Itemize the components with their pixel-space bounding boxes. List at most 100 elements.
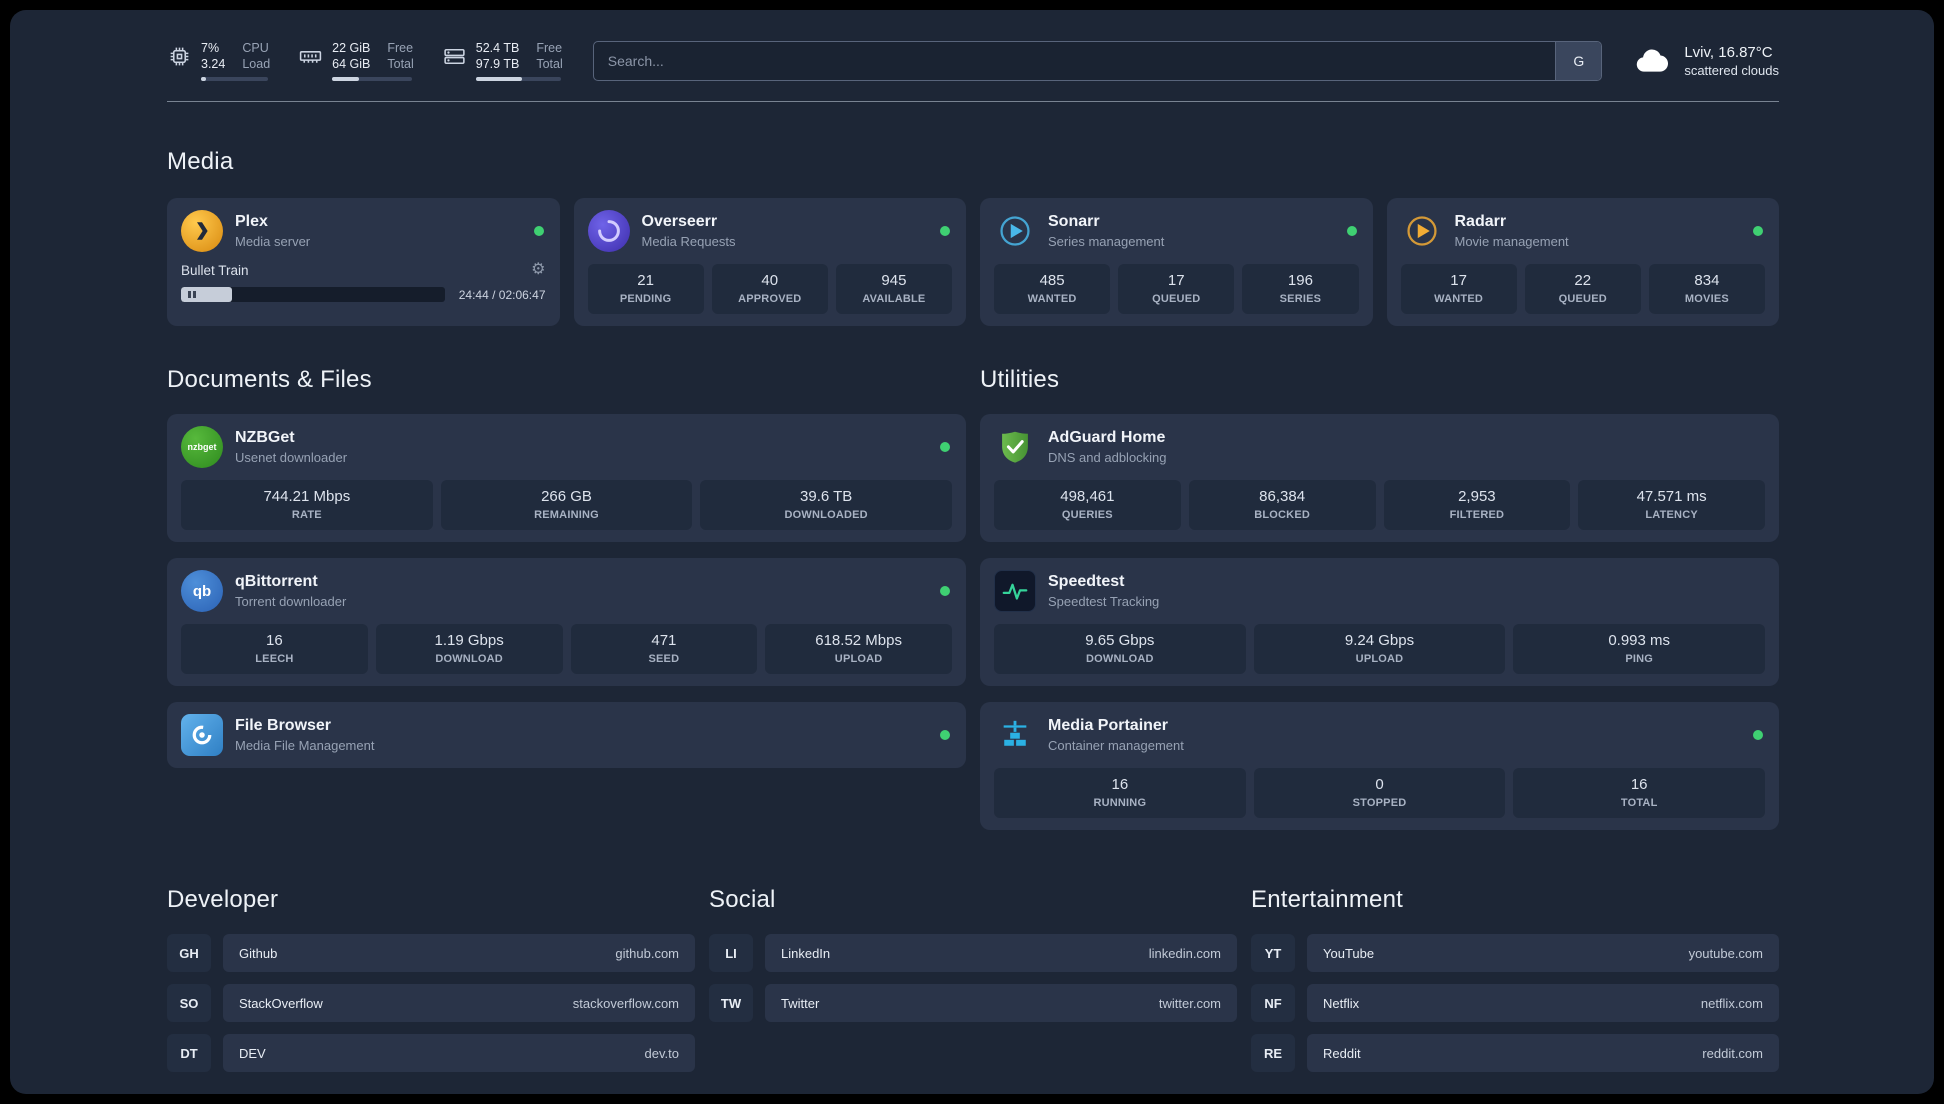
bookmark-abbr: YT xyxy=(1251,934,1295,972)
bookmark-url: youtube.com xyxy=(1688,945,1763,961)
stat-label: DOWNLOADED xyxy=(784,509,868,521)
playback-progress-bar[interactable] xyxy=(181,287,445,302)
stat-label: LEECH xyxy=(255,653,294,665)
filebrowser-card[interactable]: File Browser Media File Management xyxy=(167,702,966,768)
stat-tile: 618.52 Mbps UPLOAD xyxy=(765,624,952,674)
stat-tile: 17 WANTED xyxy=(1400,264,1517,314)
stat-value: 9.24 Gbps xyxy=(1344,632,1415,649)
stat-label: SERIES xyxy=(1279,293,1322,305)
stat-tile: 945 AVAILABLE xyxy=(835,264,953,314)
bookmark-link[interactable]: Reddit reddit.com xyxy=(1307,1034,1779,1072)
bookmark-name: StackOverflow xyxy=(239,995,323,1011)
stat-value: 21 xyxy=(637,272,654,289)
bookmark-row[interactable]: SO StackOverflow stackoverflow.com xyxy=(167,984,695,1022)
bookmark-row[interactable]: LI LinkedIn linkedin.com xyxy=(709,934,1237,972)
stat-label: WANTED xyxy=(1027,293,1077,305)
bookmark-row[interactable]: YT YouTube youtube.com xyxy=(1251,934,1779,972)
topbar-divider xyxy=(167,101,1779,102)
search-input[interactable] xyxy=(592,40,1603,81)
media-section: Media Plex Media server Bullet Train ⚙ 2… xyxy=(167,148,1779,326)
stat-value: 471 xyxy=(651,632,677,649)
disk-total-value: 97.9 TB xyxy=(475,57,520,71)
stat-tile: 744.21 Mbps RATE xyxy=(181,480,433,530)
sonarr-icon xyxy=(994,210,1036,252)
app-subtitle: DNS and adblocking xyxy=(1048,450,1167,465)
stat-label: QUERIES xyxy=(1061,509,1113,521)
sonarr-card[interactable]: Sonarr Series management 485 WANTED 17 QUEU… xyxy=(980,198,1373,326)
stat-tile: 16 LEECH xyxy=(181,624,368,674)
ram-total-value: 64 GiB xyxy=(332,57,371,71)
bookmark-link[interactable]: Github github.com xyxy=(223,934,695,972)
stat-value: 485 xyxy=(1039,272,1065,289)
speedtest-card[interactable]: Speedtest Speedtest Tracking 9.65 Gbps DO… xyxy=(980,558,1779,686)
bookmark-link[interactable]: YouTube youtube.com xyxy=(1307,934,1779,972)
bookmark-abbr: SO xyxy=(167,984,211,1022)
stat-value: 16 xyxy=(1111,776,1129,793)
bookmark-url: twitter.com xyxy=(1158,995,1221,1011)
bookmark-link[interactable]: LinkedIn linkedin.com xyxy=(765,934,1237,972)
qbittorrent-card[interactable]: qb qBittorrent Torrent downloader 16 LEEC… xyxy=(167,558,966,686)
status-dot xyxy=(940,226,950,236)
disk-free-value: 52.4 TB xyxy=(475,41,520,55)
pause-icon[interactable] xyxy=(188,291,196,298)
stat-label: FILTERED xyxy=(1449,509,1505,521)
status-dot xyxy=(940,730,950,740)
gear-icon[interactable]: ⚙ xyxy=(531,262,545,278)
stat-tile: 47.571 ms LATENCY xyxy=(1578,480,1765,530)
disk-free-label: Free xyxy=(536,41,563,55)
stat-label: TOTAL xyxy=(1620,797,1658,809)
stat-label: DOWNLOAD xyxy=(435,653,503,665)
bookmark-link[interactable]: Netflix netflix.com xyxy=(1307,984,1779,1022)
stat-label: RATE xyxy=(291,509,322,521)
stat-value: 86,384 xyxy=(1259,488,1306,505)
nzbget-card[interactable]: nzbget NZBGet Usenet downloader 744.21 M… xyxy=(167,414,966,542)
stat-label: AVAILABLE xyxy=(862,293,926,305)
developer-section-title: Developer xyxy=(167,886,279,913)
adguard-card[interactable]: AdGuard Home DNS and adblocking 498,461 Q… xyxy=(980,414,1779,542)
status-dot xyxy=(533,226,544,236)
stat-label: MOVIES xyxy=(1684,293,1729,305)
stat-label: PENDING xyxy=(619,293,672,305)
bookmark-link[interactable]: DEV dev.to xyxy=(223,1034,695,1072)
bookmark-name: DEV xyxy=(239,1045,266,1061)
stat-label: WANTED xyxy=(1434,293,1484,305)
stat-tile: 39.6 TB DOWNLOADED xyxy=(700,480,953,530)
bookmark-row[interactable]: RE Reddit reddit.com xyxy=(1251,1034,1779,1072)
portainer-card[interactable]: Media Portainer Container management 16 R… xyxy=(980,702,1779,830)
dashboard-panel: 7% 3.24 CPU Load 22 GiB 64 GiB Free Tota… xyxy=(10,10,1934,1094)
stat-tile: 0 STOPPED xyxy=(1253,768,1506,818)
bookmark-row[interactable]: DT DEV dev.to xyxy=(167,1034,695,1072)
app-subtitle: Media server xyxy=(235,234,311,249)
qbittorrent-icon-text: qb xyxy=(192,582,212,600)
bookmark-link[interactable]: StackOverflow stackoverflow.com xyxy=(223,984,695,1022)
app-subtitle: Series management xyxy=(1048,234,1165,249)
bookmark-abbr: TW xyxy=(709,984,753,1022)
stat-value: 618.52 Mbps xyxy=(815,632,902,649)
stat-tile: 9.24 Gbps UPLOAD xyxy=(1253,624,1506,674)
search-engine-button[interactable]: G xyxy=(1555,41,1602,80)
playback-time: 24:44 / 02:06:47 xyxy=(458,287,546,302)
developer-column: Developer GH Github github.com SO StackOverf… xyxy=(167,886,695,1072)
nzbget-icon-text: nzbget xyxy=(187,442,217,452)
bookmark-link[interactable]: Twitter twitter.com xyxy=(765,984,1237,1022)
utilities-section: Utilities AdGuard Home DNS and adblockin… xyxy=(980,366,1779,830)
weather-widget: Lviv, 16.87°C scattered clouds xyxy=(1632,44,1779,78)
bookmark-name: YouTube xyxy=(1323,945,1375,961)
cpu-icon xyxy=(167,44,192,69)
bookmark-row[interactable]: NF Netflix netflix.com xyxy=(1251,984,1779,1022)
bookmark-row[interactable]: TW Twitter twitter.com xyxy=(709,984,1237,1022)
bookmark-abbr: GH xyxy=(167,934,211,972)
documents-section: Documents & Files nzbget NZBGet Usenet d… xyxy=(167,366,966,830)
bookmark-row[interactable]: GH Github github.com xyxy=(167,934,695,972)
overseerr-card[interactable]: Overseerr Media Requests 21 PENDING 40 APPR… xyxy=(573,198,966,326)
stat-value: 17 xyxy=(1450,272,1467,289)
app-name: Sonarr xyxy=(1048,213,1100,230)
social-section-title: Social xyxy=(709,886,776,913)
plex-card[interactable]: Plex Media server Bullet Train ⚙ 24:44 /… xyxy=(167,198,560,326)
app-subtitle: Usenet downloader xyxy=(235,450,348,465)
stat-tile: 22 QUEUED xyxy=(1524,264,1641,314)
bookmark-name: Github xyxy=(239,945,278,961)
radarr-card[interactable]: Radarr Movie management 17 WANTED 22 QUEUED… xyxy=(1386,198,1779,326)
stat-value: 47.571 ms xyxy=(1636,488,1707,505)
stat-value: 9.65 Gbps xyxy=(1085,632,1155,649)
